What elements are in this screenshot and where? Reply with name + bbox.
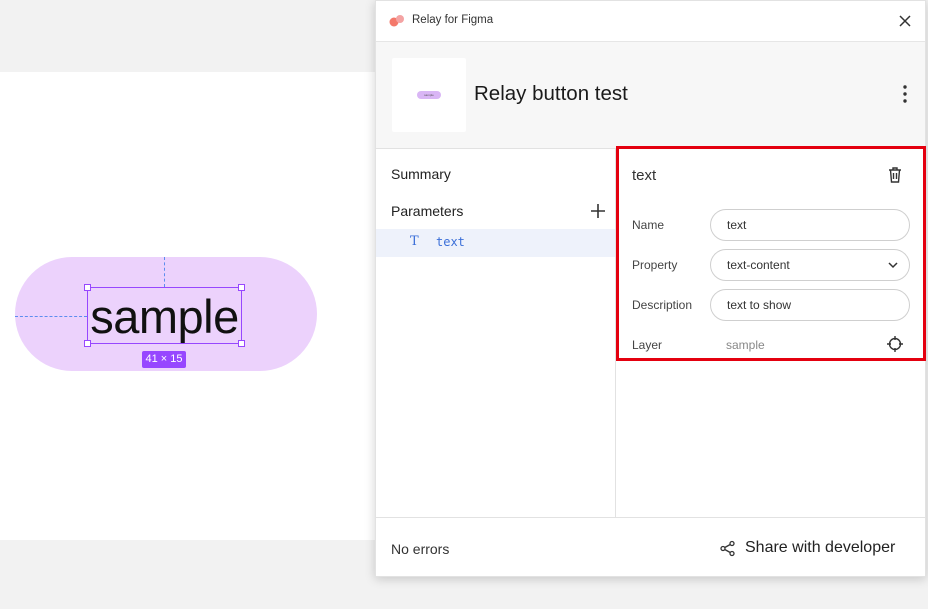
nav-parameters: Parameters: [391, 203, 464, 219]
layer-value: sample: [726, 338, 765, 352]
parameter-detail: text Name text Property text-content Des…: [616, 149, 927, 517]
text-type-icon: T: [410, 234, 419, 249]
add-parameter-icon[interactable]: [588, 201, 608, 221]
relay-logo-icon: [389, 15, 404, 27]
name-label: Name: [632, 218, 665, 232]
trash-icon[interactable]: [885, 165, 905, 185]
dimensions-badge: 41 × 15: [142, 351, 186, 368]
resize-handle-top-left[interactable]: [84, 284, 91, 291]
property-select-value: text-content: [727, 258, 790, 272]
resize-handle-bottom-right[interactable]: [238, 340, 245, 347]
property-select[interactable]: text-content: [710, 249, 910, 281]
relay-plugin-panel: Relay for Figma sample Relay button test…: [375, 0, 926, 577]
description-field[interactable]: text to show: [710, 289, 910, 321]
crosshair-target-icon[interactable]: [886, 335, 904, 353]
name-field[interactable]: text: [710, 209, 910, 241]
spacing-guide-horizontal: [15, 316, 87, 317]
layer-label: Layer: [632, 338, 663, 352]
left-navigation: Summary Parameters T text: [376, 149, 616, 517]
property-label: Property: [632, 258, 678, 272]
share-icon: [720, 540, 735, 557]
share-label: Share with developer: [745, 539, 896, 556]
resize-handle-top-right[interactable]: [238, 284, 245, 291]
plugin-titlebar: Relay for Figma: [376, 1, 925, 42]
more-options-icon[interactable]: [895, 82, 915, 106]
sample-text: sample: [90, 290, 239, 343]
spacing-guide-vertical: [164, 257, 165, 287]
component-thumbnail: sample: [392, 58, 466, 132]
component-title: Relay button test: [474, 82, 628, 105]
description-label: Description: [632, 298, 693, 312]
app-title: Relay for Figma: [412, 14, 494, 26]
close-icon[interactable]: [895, 11, 915, 31]
nav-summary[interactable]: Summary: [391, 166, 451, 182]
parameter-detail-title: text: [632, 167, 657, 184]
selected-text-layer[interactable]: sample: [84, 284, 245, 347]
parameter-item-text[interactable]: T text: [376, 229, 615, 257]
resize-handle-bottom-left[interactable]: [84, 340, 91, 347]
component-header: sample Relay button test: [376, 42, 925, 149]
chevron-down-icon: [888, 262, 898, 269]
error-status: No errors: [391, 541, 450, 557]
thumbnail-pill: sample: [417, 91, 441, 99]
panel-footer: No errors Share with developer: [376, 517, 925, 578]
parameter-name: text: [436, 235, 465, 249]
